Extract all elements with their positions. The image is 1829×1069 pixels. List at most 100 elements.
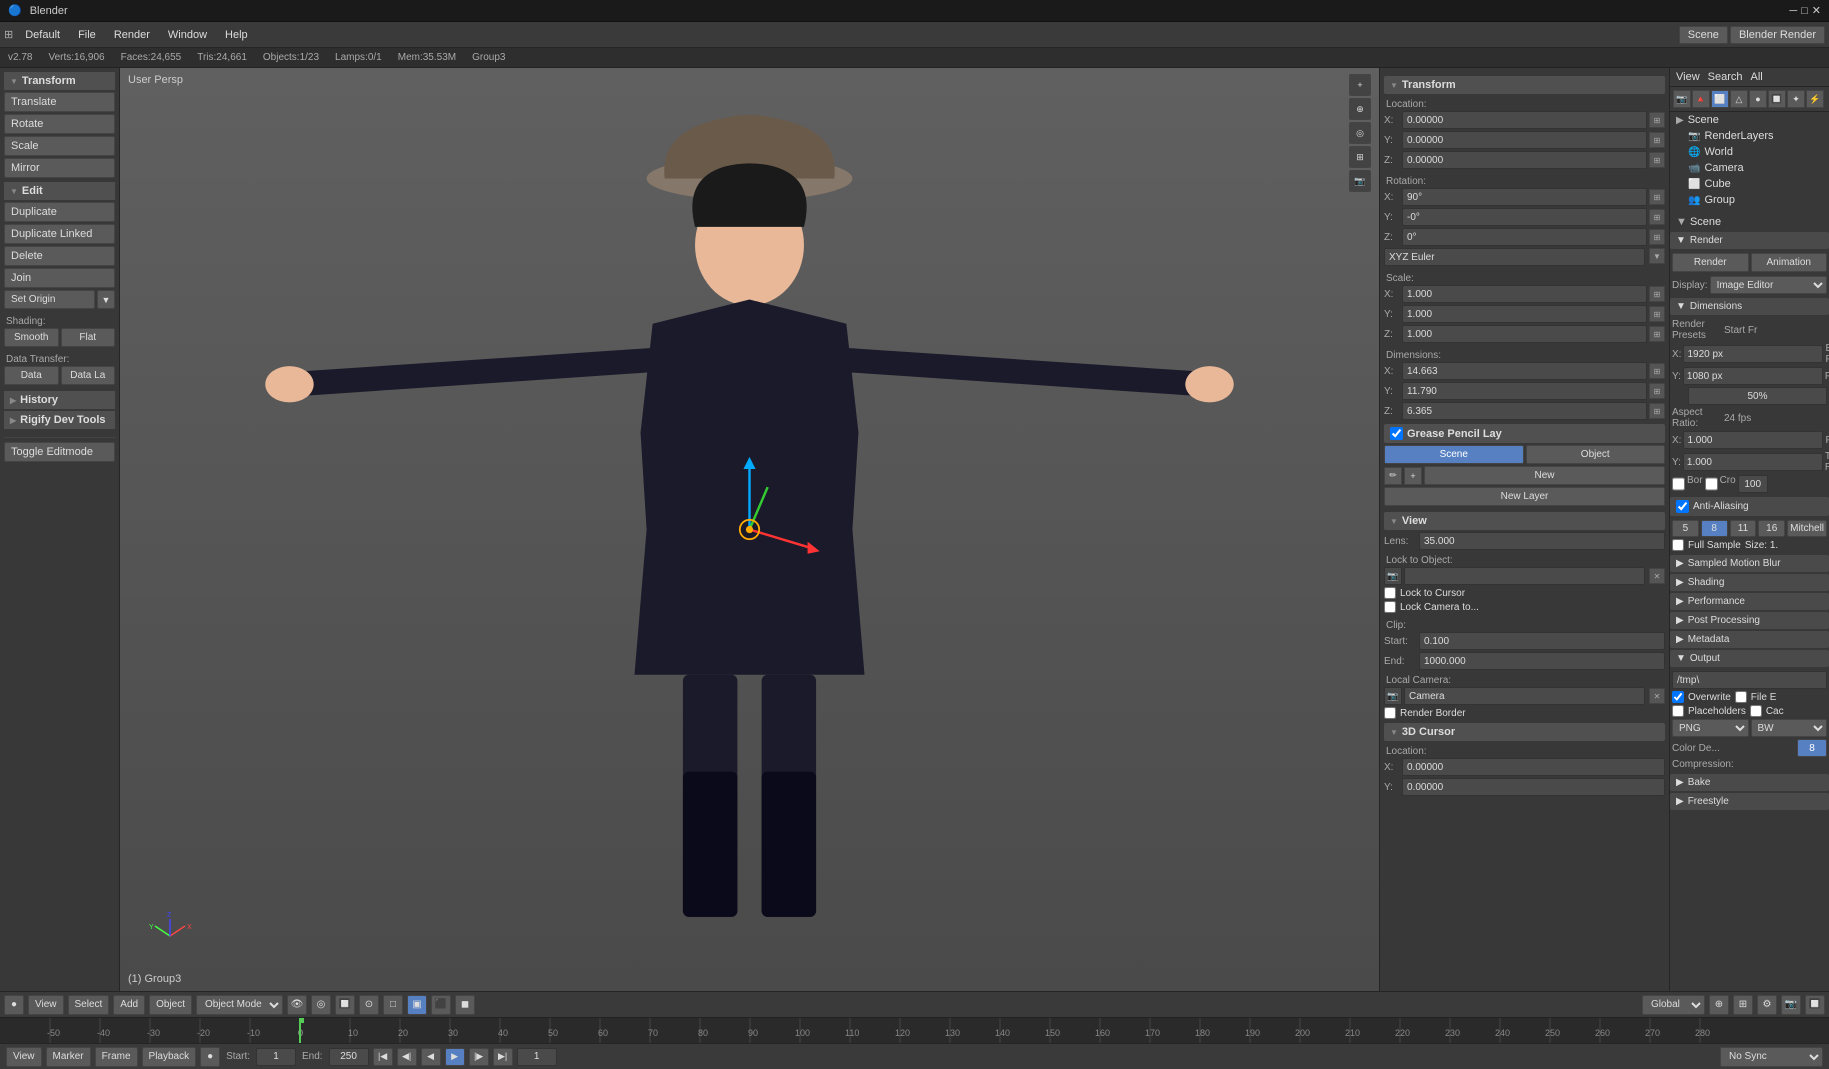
camera-field[interactable] bbox=[1404, 687, 1645, 705]
jump-end-btn[interactable]: ▶| bbox=[493, 1048, 513, 1066]
help-menu[interactable]: Help bbox=[217, 27, 256, 43]
render-icon-tex[interactable]: 🔲 bbox=[1768, 90, 1786, 108]
output-section[interactable]: ▼ Output bbox=[1670, 650, 1829, 667]
overlay-icon-4[interactable]: 📷 bbox=[1781, 995, 1801, 1015]
rot-y-copy[interactable]: ⊞ bbox=[1649, 209, 1665, 225]
rot-z-field[interactable] bbox=[1402, 228, 1647, 246]
render-menu[interactable]: Render bbox=[106, 27, 158, 43]
mode-icon-btn[interactable]: ● bbox=[4, 995, 24, 1015]
minimize-btn[interactable]: ─ bbox=[1789, 5, 1797, 17]
rigify-header[interactable]: ▶ Rigify Dev Tools bbox=[4, 411, 115, 429]
join-btn[interactable]: Join bbox=[4, 268, 115, 288]
view-pb-btn[interactable]: View bbox=[6, 1047, 42, 1067]
aa-mitchell-btn[interactable]: Mitchell bbox=[1787, 520, 1827, 537]
history-header[interactable]: ▶ History bbox=[4, 391, 115, 409]
translate-btn[interactable]: Translate bbox=[4, 92, 115, 112]
pivot-icon[interactable]: ◎ bbox=[311, 995, 331, 1015]
dim-x-field[interactable] bbox=[1402, 362, 1647, 380]
grease-pencil-section[interactable]: Grease Pencil Lay bbox=[1384, 424, 1665, 443]
aa-checkbox[interactable] bbox=[1676, 500, 1689, 513]
view-3d-btn[interactable]: View bbox=[28, 995, 64, 1015]
loc-x-field[interactable] bbox=[1402, 111, 1647, 129]
overlay-icon-3[interactable]: ⚙ bbox=[1757, 995, 1777, 1015]
next-frame-btn[interactable]: |▶ bbox=[469, 1048, 489, 1066]
render-icon-phys[interactable]: ⚡ bbox=[1806, 90, 1824, 108]
render-icon-mat[interactable]: ● bbox=[1749, 90, 1767, 108]
group-item[interactable]: 👥 Group bbox=[1670, 192, 1829, 208]
duplicate-linked-btn[interactable]: Duplicate Linked bbox=[4, 224, 115, 244]
loc-y-field[interactable] bbox=[1402, 131, 1647, 149]
transform-header[interactable]: ▼ Transform bbox=[4, 72, 115, 90]
dim-z-field[interactable] bbox=[1402, 402, 1647, 420]
flat-btn[interactable]: Flat bbox=[61, 328, 116, 347]
dim-z-copy[interactable]: ⊞ bbox=[1649, 403, 1665, 419]
close-btn[interactable]: ✕ bbox=[1812, 4, 1821, 17]
select-btn[interactable]: Select bbox=[68, 995, 110, 1015]
overlay-icon-2[interactable]: ⊞ bbox=[1733, 995, 1753, 1015]
play-forward-btn[interactable]: ▶ bbox=[445, 1048, 465, 1066]
gp-new-layer-btn[interactable]: New Layer bbox=[1384, 487, 1665, 506]
gp-new-btn[interactable]: New bbox=[1424, 466, 1665, 485]
overlay-icon-5[interactable]: 🔲 bbox=[1805, 995, 1825, 1015]
aa-5-btn[interactable]: 5 bbox=[1672, 520, 1699, 537]
nav-icon-5[interactable]: 📷 bbox=[1349, 170, 1371, 192]
aspect-y-field[interactable] bbox=[1683, 453, 1823, 471]
nav-icon-1[interactable]: + bbox=[1349, 74, 1371, 96]
transform-section[interactable]: ▼ Transform bbox=[1384, 76, 1665, 94]
rotation-mode-btn[interactable]: ▼ bbox=[1649, 248, 1665, 264]
gp-scene-btn[interactable]: Scene bbox=[1384, 445, 1524, 464]
dimensions-section[interactable]: ▼ Dimensions bbox=[1670, 298, 1829, 315]
cursor-section[interactable]: ▼ 3D Cursor bbox=[1384, 723, 1665, 741]
world-item[interactable]: 🌐 World bbox=[1670, 144, 1829, 160]
playback-menu-btn[interactable]: Playback bbox=[142, 1047, 197, 1067]
bor-checkbox[interactable] bbox=[1672, 475, 1685, 493]
edit-header[interactable]: ▼ Edit bbox=[4, 182, 115, 200]
cro-checkbox[interactable] bbox=[1705, 475, 1718, 493]
res-y-field[interactable] bbox=[1683, 367, 1823, 385]
render-icon-cam[interactable]: 📷 bbox=[1673, 90, 1691, 108]
file-ext-checkbox[interactable] bbox=[1735, 691, 1747, 703]
solid-icon[interactable]: ▣ bbox=[407, 995, 427, 1015]
toggle-editmode-btn[interactable]: Toggle Editmode bbox=[4, 442, 115, 462]
frame-menu-btn[interactable]: Frame bbox=[95, 1047, 138, 1067]
scale-z-copy[interactable]: ⊞ bbox=[1649, 326, 1665, 342]
scale-y-field[interactable] bbox=[1402, 305, 1647, 323]
lock-camera-checkbox[interactable] bbox=[1384, 601, 1396, 613]
rotate-btn[interactable]: Rotate bbox=[4, 114, 115, 134]
rotation-mode-field[interactable] bbox=[1384, 248, 1645, 266]
render-icon-mesh[interactable]: △ bbox=[1730, 90, 1748, 108]
prev-frame-btn[interactable]: ◀| bbox=[397, 1048, 417, 1066]
res-pct-field[interactable] bbox=[1688, 387, 1827, 405]
render-section-header[interactable]: ▼ Render bbox=[1670, 232, 1829, 249]
freestyle-section[interactable]: ▶ Freestyle bbox=[1670, 793, 1829, 810]
res-x-field[interactable] bbox=[1683, 345, 1823, 363]
dim-y-field[interactable] bbox=[1402, 382, 1647, 400]
duplicate-btn[interactable]: Duplicate bbox=[4, 202, 115, 222]
tree-all-btn[interactable]: All bbox=[1751, 71, 1763, 83]
loc-y-copy[interactable]: ⊞ bbox=[1649, 132, 1665, 148]
overlay-icon-1[interactable]: ⊕ bbox=[1709, 995, 1729, 1015]
start-frame-field[interactable] bbox=[256, 1048, 296, 1066]
proportional-icon[interactable]: ⊙ bbox=[359, 995, 379, 1015]
nav-icon-4[interactable]: ⊞ bbox=[1349, 146, 1371, 168]
window-menu[interactable]: Window bbox=[160, 27, 215, 43]
camera-select-icon[interactable]: 📷 bbox=[1384, 687, 1402, 705]
lock-cursor-checkbox[interactable] bbox=[1384, 587, 1396, 599]
workspace-name[interactable]: Default bbox=[17, 27, 68, 43]
rot-x-field[interactable] bbox=[1402, 188, 1647, 206]
motion-blur-section[interactable]: ▶ Sampled Motion Blur bbox=[1670, 555, 1829, 572]
gp-add-icon[interactable]: + bbox=[1404, 467, 1422, 485]
render-border-checkbox[interactable] bbox=[1384, 707, 1396, 719]
current-frame-field[interactable] bbox=[517, 1048, 557, 1066]
scale-x-copy[interactable]: ⊞ bbox=[1649, 286, 1665, 302]
aa-11-btn[interactable]: 11 bbox=[1730, 520, 1757, 537]
lens-field[interactable] bbox=[1419, 532, 1665, 550]
display-select[interactable]: Image Editor bbox=[1710, 276, 1827, 294]
color-depth-field[interactable] bbox=[1797, 739, 1827, 757]
aa-section[interactable]: Anti-Aliasing bbox=[1670, 497, 1829, 516]
jump-start-btn[interactable]: |◀ bbox=[373, 1048, 393, 1066]
placeholders-checkbox[interactable] bbox=[1672, 705, 1684, 717]
render-icon-scene[interactable]: 🔺 bbox=[1692, 90, 1710, 108]
rot-x-copy[interactable]: ⊞ bbox=[1649, 189, 1665, 205]
render-icon-part[interactable]: ✦ bbox=[1787, 90, 1805, 108]
